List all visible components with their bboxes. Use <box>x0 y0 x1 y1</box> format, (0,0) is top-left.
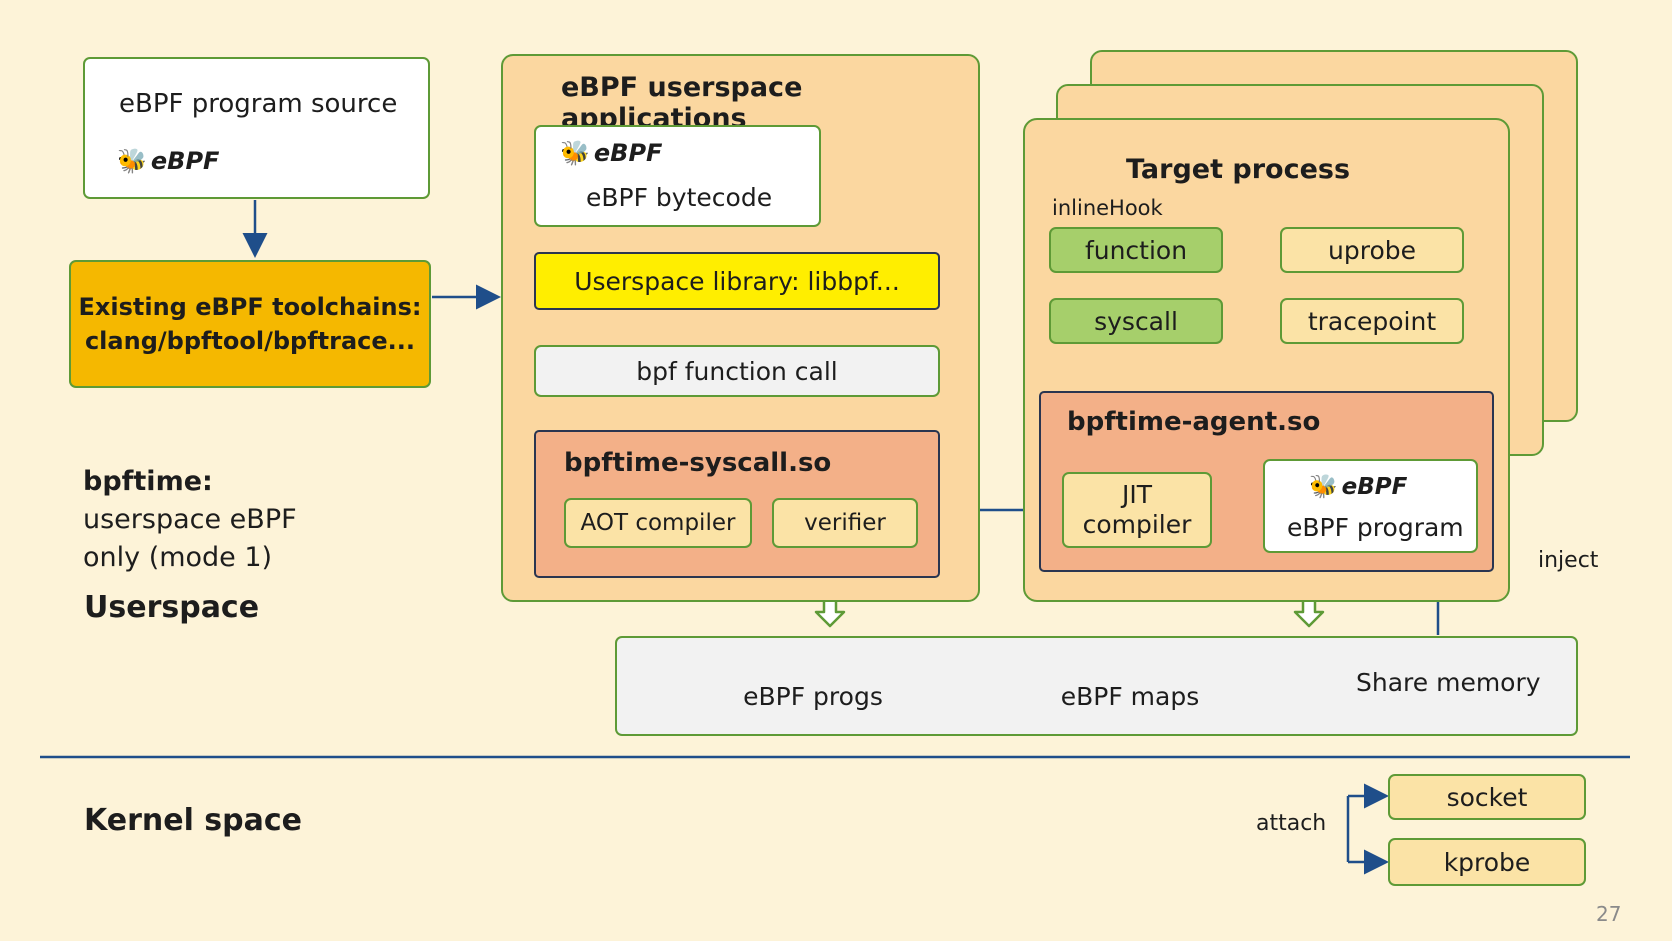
program-logo: 🐝 eBPF <box>1309 473 1408 501</box>
target-process-title: Target process <box>1126 154 1351 185</box>
jit-line2: compiler <box>1082 510 1192 539</box>
bpftime-syscall-title: bpftime-syscall.so <box>564 448 832 478</box>
bee-icon: 🐝 <box>1309 474 1338 500</box>
toolchain-line2: clang/bpftool/bpftrace... <box>84 327 416 355</box>
verifier-box: verifier <box>772 498 918 548</box>
ebpf-program-box: 🐝 eBPF eBPF program <box>1263 459 1478 553</box>
bytecode-label: eBPF bytecode <box>586 183 773 212</box>
jit-line1: JIT <box>1121 480 1153 509</box>
attach-label: attach <box>1256 811 1327 836</box>
inline-hook-label: inlineHook <box>1052 196 1163 220</box>
bpf-function-call-box: bpf function call <box>534 345 940 397</box>
tracepoint-box: tracepoint <box>1280 298 1464 344</box>
inject-label: inject <box>1538 548 1599 573</box>
syscall-box: syscall <box>1049 298 1223 344</box>
bytecode-box: 🐝 eBPF eBPF bytecode <box>534 125 821 227</box>
bpftime-syscall-box: bpftime-syscall.so AOT compiler verifier <box>534 430 940 578</box>
ebpf-maps-label: eBPF maps <box>1060 681 1200 711</box>
jit-compiler-box: JIT compiler <box>1062 472 1212 548</box>
mode-title: bpftime: <box>83 466 213 497</box>
aot-compiler-box: AOT compiler <box>564 498 752 548</box>
bee-icon: 🐝 <box>560 139 590 167</box>
kernel-space-label: Kernel space <box>84 803 302 838</box>
userspace-library-box: Userspace library: libbpf... <box>534 252 940 310</box>
source-box: eBPF program source 🐝 eBPF <box>83 57 430 199</box>
ebpf-program-label: eBPF program <box>1287 513 1464 542</box>
kprobe-box: kprobe <box>1388 838 1586 886</box>
mode-label: bpftime: userspace eBPF only (mode 1) <box>83 463 297 577</box>
ebpf-progs-label: eBPF progs <box>743 681 883 711</box>
mode-line1: userspace eBPF <box>83 504 297 535</box>
mode-line2: only (mode 1) <box>83 542 273 573</box>
function-box: function <box>1049 227 1223 273</box>
source-logo: 🐝 eBPF <box>117 147 220 175</box>
bee-icon: 🐝 <box>117 147 147 175</box>
bpftime-agent-title: bpftime-agent.so <box>1067 407 1321 437</box>
page-number: 27 <box>1596 902 1622 926</box>
socket-box: socket <box>1388 774 1586 820</box>
toolchain-box: Existing eBPF toolchains: clang/bpftool/… <box>69 260 431 388</box>
userspace-label: Userspace <box>84 590 260 625</box>
share-memory-label: Share memory <box>1356 668 1541 697</box>
toolchain-line1: Existing eBPF toolchains: <box>78 293 422 321</box>
uprobe-box: uprobe <box>1280 227 1464 273</box>
source-title: eBPF program source <box>119 89 398 119</box>
bytecode-logo: 🐝 eBPF <box>560 139 663 167</box>
